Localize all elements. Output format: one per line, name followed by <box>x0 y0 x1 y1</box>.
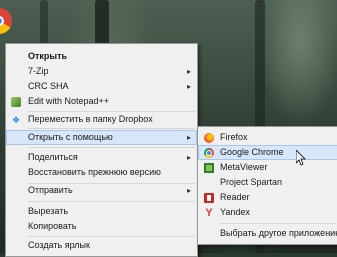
submenu-item-yandex[interactable]: Y Yandex <box>198 205 337 220</box>
menu-item-create-shortcut[interactable]: Создать ярлык <box>6 238 197 253</box>
menu-item-label: Восстановить прежнюю версию <box>28 167 161 177</box>
menu-item-crc-sha[interactable]: CRC SHA ▸ <box>6 79 197 94</box>
menu-item-label: Edit with Notepad++ <box>28 96 110 106</box>
submenu-item-label: Yandex <box>220 207 250 217</box>
notepad-plus-plus-icon <box>11 97 21 107</box>
mouse-cursor-icon <box>296 150 306 166</box>
submenu-item-choose-other-app[interactable]: Выбрать другое приложение <box>198 226 337 241</box>
dropbox-icon: ❖ <box>11 115 21 125</box>
submenu-item-label: Project Spartan <box>220 177 283 187</box>
submenu-item-label: MetaViewer <box>220 162 268 172</box>
menu-item-label: Переместить в папку Dropbox <box>28 114 153 124</box>
submenu-item-label: Google Chrome <box>220 147 284 157</box>
chevron-right-icon: ▸ <box>186 82 191 91</box>
menu-item-send-to[interactable]: Отправить ▸ <box>6 183 197 198</box>
menu-item-label: Открыть <box>28 51 68 61</box>
menu-separator <box>28 201 195 202</box>
submenu-item-label: Выбрать другое приложение <box>220 228 337 238</box>
submenu-item-label: Reader <box>220 192 250 202</box>
menu-item-edit-notepad[interactable]: Edit with Notepad++ <box>6 94 197 109</box>
menu-item-label: CRC SHA <box>28 81 69 91</box>
menu-item-label: Создать ярлык <box>28 240 90 250</box>
chevron-right-icon: ▸ <box>186 67 191 76</box>
chevron-right-icon: ▸ <box>186 133 191 142</box>
submenu-item-google-chrome[interactable]: Google Chrome <box>198 145 337 160</box>
menu-item-move-dropbox[interactable]: ❖ Переместить в папку Dropbox <box>6 112 197 127</box>
firefox-icon <box>204 133 214 143</box>
menu-item-cut[interactable]: Вырезать <box>6 204 197 219</box>
submenu-item-firefox[interactable]: Firefox <box>198 130 337 145</box>
menu-separator <box>220 223 336 224</box>
menu-item-label: Копировать <box>28 221 77 231</box>
menu-item-open-with[interactable]: Открыть с помощью ▸ <box>6 130 197 145</box>
chevron-right-icon: ▸ <box>186 153 191 162</box>
chrome-icon <box>204 148 214 158</box>
menu-separator <box>28 128 195 129</box>
yandex-icon: Y <box>205 207 213 219</box>
menu-item-label: Отправить <box>28 185 73 195</box>
menu-item-share[interactable]: Поделиться ▸ <box>6 150 197 165</box>
reader-icon <box>204 193 214 203</box>
menu-item-7zip[interactable]: 7-Zip ▸ <box>6 64 197 79</box>
chevron-right-icon: ▸ <box>186 186 191 195</box>
submenu-item-metaviewer[interactable]: MetaViewer <box>198 160 337 175</box>
metaviewer-icon <box>204 163 214 173</box>
menu-item-copy[interactable]: Копировать <box>6 219 197 234</box>
menu-item-restore-version[interactable]: Восстановить прежнюю версию <box>6 165 197 180</box>
menu-item-label: 7-Zip <box>28 66 49 76</box>
submenu-item-label: Firefox <box>220 132 248 142</box>
submenu-item-project-spartan[interactable]: Project Spartan <box>198 175 337 190</box>
menu-item-open[interactable]: Открыть <box>6 49 197 64</box>
menu-separator <box>28 236 195 237</box>
menu-item-label: Открыть с помощью <box>28 132 113 142</box>
context-menu: Открыть 7-Zip ▸ CRC SHA ▸ Edit with Note… <box>5 43 198 257</box>
menu-separator <box>28 147 195 148</box>
submenu-item-reader[interactable]: Reader <box>198 190 337 205</box>
menu-item-label: Поделиться <box>28 152 78 162</box>
menu-item-label: Вырезать <box>28 206 69 216</box>
open-with-submenu: Firefox Google Chrome MetaViewer Project… <box>197 126 337 245</box>
